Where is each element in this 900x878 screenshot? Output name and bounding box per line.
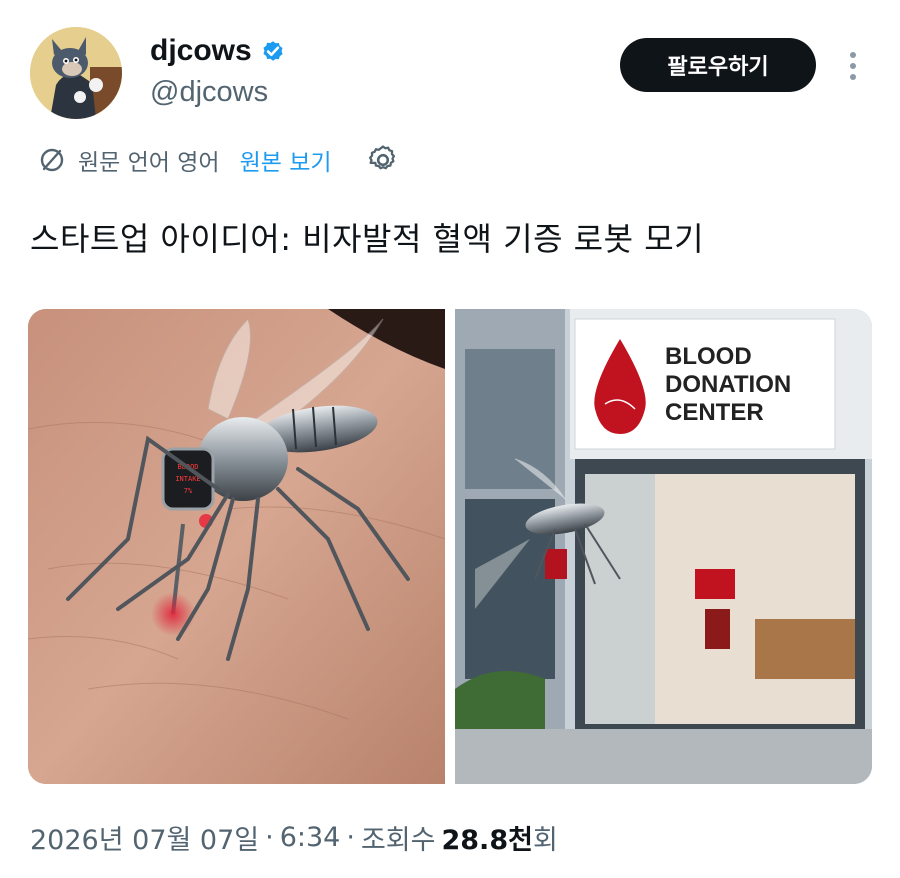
dot (850, 63, 856, 69)
views-label: 조회수 (360, 825, 436, 856)
separator: · (346, 822, 355, 853)
views-count: 28.8 (441, 825, 509, 856)
sign-line-2: DONATION (665, 371, 791, 398)
follow-button[interactable]: 팔로우하기 (620, 38, 816, 92)
blood-donation-center-illustration: BLOOD DONATION CENTER (455, 309, 872, 784)
media-image-robot-mosquito-skin[interactable]: BLOOD INTAKE 7% (28, 309, 445, 784)
verified-badge-icon (263, 41, 283, 61)
views-unit: 천 (508, 825, 533, 856)
post-time[interactable]: 6:34 (280, 822, 341, 853)
views-count-group[interactable]: 28.8 천 회 (441, 818, 557, 857)
avatar[interactable] (30, 27, 122, 119)
robot-mosquito-illustration: BLOOD INTAKE 7% (28, 309, 445, 784)
dot (850, 52, 856, 58)
user-handle[interactable]: @djcows (150, 76, 268, 109)
gear-icon[interactable] (366, 143, 400, 177)
display-name-row[interactable]: djcows (150, 34, 286, 68)
tweet-meta: 2026년 07월 07일 · 6:34 · 조회수 28.8 천 회 (30, 818, 558, 857)
more-options-icon[interactable] (840, 46, 866, 86)
post-date[interactable]: 2026년 07월 07일 (30, 818, 259, 857)
dot (850, 74, 856, 80)
display-name[interactable]: djcows (150, 34, 252, 68)
views-suffix: 회 (532, 825, 558, 856)
translation-bar: 원문 언어 영어 원본 보기 (38, 138, 400, 182)
media-grid: BLOOD INTAKE 7% BLOOD DONATION CENTER (28, 309, 872, 784)
view-original-link[interactable]: 원본 보기 (240, 143, 332, 177)
sign-line-1: BLOOD (665, 343, 752, 370)
tweet-text: 스타트업 아이디어: 비자발적 혈액 기증 로봇 모기 (30, 220, 705, 258)
media-image-blood-donation-center[interactable]: BLOOD DONATION CENTER (455, 309, 872, 784)
tweet-header: djcows @djcows 팔로우하기 (0, 0, 900, 130)
avatar-cartoon-cat (30, 27, 122, 119)
translation-info: 원문 언어 영어 (78, 150, 220, 176)
translate-slash-icon (40, 148, 64, 172)
screen-line-3: 7% (184, 487, 193, 495)
separator: · (265, 822, 274, 853)
sign-line-3: CENTER (665, 399, 764, 426)
